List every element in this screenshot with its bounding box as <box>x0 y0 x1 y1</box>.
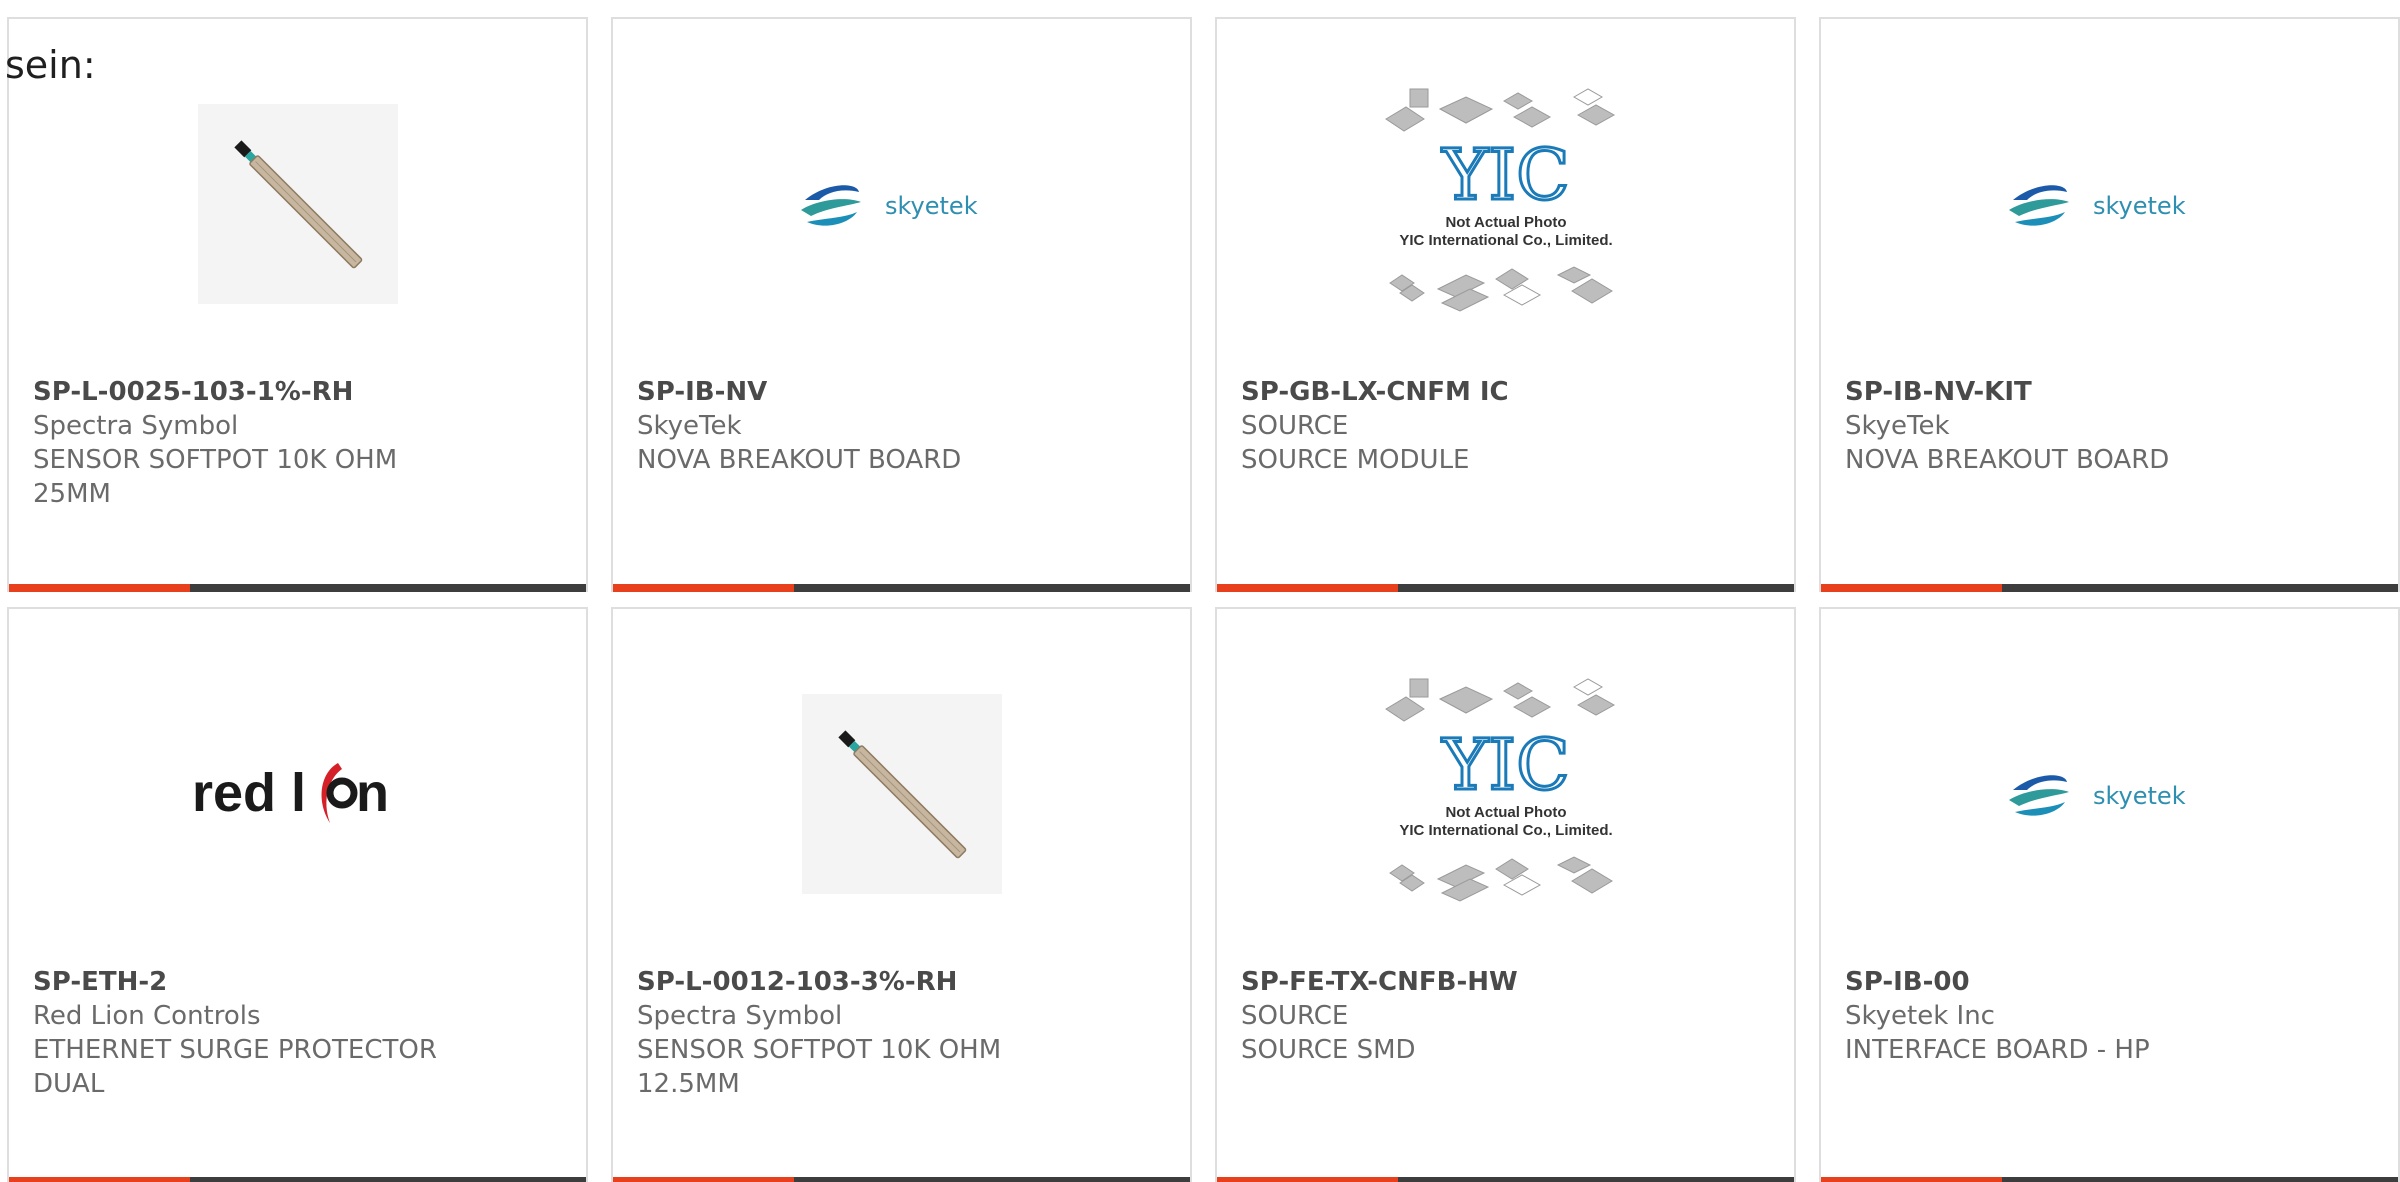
product-card[interactable]: SP-L-0012-103-3%-RH Spectra Symbol SENSO… <box>611 607 1192 1182</box>
card-accent-bar <box>613 1177 1190 1182</box>
part-number-link[interactable]: SP-IB-NV <box>637 375 1170 409</box>
product-image-yic: YIC Not Actual Photo YIC International C… <box>1217 669 1794 919</box>
description: ETHERNET SURGE PROTECTOR <box>33 1035 437 1065</box>
yic-placeholder-icon: YIC Not Actual Photo YIC International C… <box>1384 88 1615 312</box>
product-card[interactable]: skyetek SP-IB-00 Skyetek Inc INTERFACE B… <box>1819 607 2400 1182</box>
redlion-logo-text-end: n <box>356 763 389 823</box>
product-grid: SP-L-0025-103-1%-RH Spectra Symbol SENSO… <box>0 0 2400 1182</box>
description: NOVA BREAKOUT BOARD <box>1845 445 2170 475</box>
part-number-link[interactable]: SP-GB-LX-CNFM IC <box>1241 375 1774 409</box>
product-image-softpot <box>613 669 1190 919</box>
product-card[interactable]: YIC Not Actual Photo YIC International C… <box>1215 607 1796 1182</box>
product-info: SP-L-0025-103-1%-RH Spectra Symbol SENSO… <box>33 375 566 511</box>
softpot-sensor-icon <box>801 694 1002 894</box>
skyetek-logo-text: skyetek <box>2093 192 2186 220</box>
description: SENSOR SOFTPOT 10K OHM <box>33 445 398 475</box>
card-accent-bar <box>1217 584 1794 592</box>
product-info: SP-IB-NV SkyeTek NOVA BREAKOUT BOARD <box>637 375 1170 477</box>
product-image-skyetek: skyetek <box>613 79 1190 329</box>
redlion-logo-text-start: red l <box>192 763 306 823</box>
part-number-link[interactable]: SP-L-0012-103-3%-RH <box>637 965 1170 999</box>
product-image-redlion: red l n <box>9 669 586 919</box>
yic-caption-line1: Not Actual Photo <box>1445 214 1566 231</box>
product-info: SP-IB-00 Skyetek Inc INTERFACE BOARD - H… <box>1845 965 2378 1067</box>
skyetek-logo-icon: skyetek <box>800 185 978 226</box>
product-card[interactable]: skyetek SP-IB-NV SkyeTek NOVA BREAKOUT B… <box>611 17 1192 592</box>
manufacturer: SkyeTek <box>637 411 742 441</box>
manufacturer: Red Lion Controls <box>33 1001 261 1031</box>
description-continued: 12.5MM <box>637 1069 740 1099</box>
manufacturer: SkyeTek <box>1845 411 1950 441</box>
part-number-link[interactable]: SP-ETH-2 <box>33 965 566 999</box>
description-continued: 25MM <box>33 479 111 509</box>
description: SENSOR SOFTPOT 10K OHM <box>637 1035 1002 1065</box>
card-accent-bar <box>1821 1177 2398 1182</box>
card-accent-bar <box>613 584 1190 592</box>
softpot-sensor-icon <box>197 104 398 304</box>
product-info: SP-GB-LX-CNFM IC SOURCE SOURCE MODULE <box>1241 375 1774 477</box>
yic-placeholder-icon: YIC Not Actual Photo YIC International C… <box>1384 678 1615 902</box>
yic-logo-mark: YIC <box>1441 134 1569 216</box>
part-number-link[interactable]: SP-IB-NV-KIT <box>1845 375 2378 409</box>
manufacturer: SOURCE <box>1241 411 1349 441</box>
part-number-link[interactable]: SP-IB-00 <box>1845 965 2378 999</box>
manufacturer: Spectra Symbol <box>637 1001 843 1031</box>
description: INTERFACE BOARD - HP <box>1845 1035 2150 1065</box>
product-info: SP-IB-NV-KIT SkyeTek NOVA BREAKOUT BOARD <box>1845 375 2378 477</box>
product-image-yic: YIC Not Actual Photo YIC International C… <box>1217 79 1794 329</box>
yic-caption-line2: YIC International Co., Limited. <box>1399 822 1612 839</box>
description: SOURCE MODULE <box>1241 445 1470 475</box>
yic-caption-line2: YIC International Co., Limited. <box>1399 232 1612 249</box>
manufacturer: Skyetek Inc <box>1845 1001 1995 1031</box>
skyetek-logo-text: skyetek <box>2093 782 2186 810</box>
part-number-link[interactable]: SP-L-0025-103-1%-RH <box>33 375 566 409</box>
card-accent-bar <box>1821 584 2398 592</box>
product-card[interactable]: YIC Not Actual Photo YIC International C… <box>1215 17 1796 592</box>
description-continued: DUAL <box>33 1069 105 1099</box>
manufacturer: SOURCE <box>1241 1001 1349 1031</box>
skyetek-logo-icon: skyetek <box>2008 775 2186 816</box>
part-number-link[interactable]: SP-FE-TX-CNFB-HW <box>1241 965 1774 999</box>
product-info: SP-ETH-2 Red Lion Controls ETHERNET SURG… <box>33 965 566 1101</box>
product-info: SP-L-0012-103-3%-RH Spectra Symbol SENSO… <box>637 965 1170 1101</box>
product-card[interactable]: SP-L-0025-103-1%-RH Spectra Symbol SENSO… <box>7 17 588 592</box>
card-accent-bar <box>1217 1177 1794 1182</box>
description: SOURCE SMD <box>1241 1035 1416 1065</box>
manufacturer: Spectra Symbol <box>33 411 239 441</box>
yic-caption-line1: Not Actual Photo <box>1445 804 1566 821</box>
product-info: SP-FE-TX-CNFB-HW SOURCE SOURCE SMD <box>1241 965 1774 1067</box>
description: NOVA BREAKOUT BOARD <box>637 445 962 475</box>
product-image-skyetek: skyetek <box>1821 669 2398 919</box>
product-card[interactable]: red l n SP-ETH-2 Red Lion Controls ETHER… <box>7 607 588 1182</box>
skyetek-logo-text: skyetek <box>885 192 978 220</box>
card-accent-bar <box>9 1177 586 1182</box>
redlion-logo-icon: red l n <box>192 763 389 823</box>
product-card[interactable]: skyetek SP-IB-NV-KIT SkyeTek NOVA BREAKO… <box>1819 17 2400 592</box>
product-image-skyetek: skyetek <box>1821 79 2398 329</box>
product-image-softpot <box>9 79 586 329</box>
yic-logo-mark: YIC <box>1441 724 1569 806</box>
intro-text: sein: <box>5 43 96 87</box>
skyetek-logo-icon: skyetek <box>2008 185 2186 226</box>
card-accent-bar <box>9 584 586 592</box>
